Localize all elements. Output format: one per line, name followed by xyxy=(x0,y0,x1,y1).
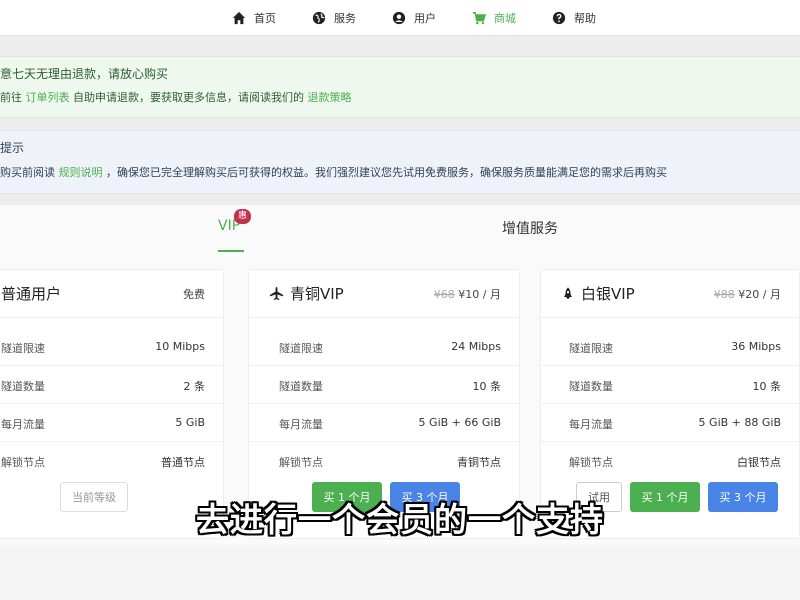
row-value: 5 GiB + 66 GiB xyxy=(418,416,501,429)
plan-row: 隧道限速 24 Mibps xyxy=(249,328,519,366)
plan-price-wrap: ¥88 ¥20 / 月 xyxy=(714,286,781,302)
plan-price: ¥10 / 月 xyxy=(458,288,501,301)
row-value: 普通节点 xyxy=(161,456,205,469)
tab-vip-underline xyxy=(218,250,244,252)
plan-old-price: ¥68 xyxy=(433,288,455,301)
row-key: 每月流量 xyxy=(569,418,613,431)
refund-alert: 意七天无理由退款，请放心购买 前往 订单列表 自助申请退款，要获取更多信息，请阅… xyxy=(0,56,800,118)
plan-row: 每月流量 5 GiB + 66 GiB xyxy=(249,404,519,442)
plan-row: 隧道数量 10 条 xyxy=(541,366,799,404)
plan-row: 隧道数量 2 条 xyxy=(0,366,223,404)
plan-card-header: 青铜VIP ¥68 ¥10 / 月 xyxy=(249,270,519,318)
row-value: 10 条 xyxy=(472,380,502,393)
refund-alert-title: 意七天无理由退款，请放心购买 xyxy=(0,67,169,81)
row-key: 隧道数量 xyxy=(1,380,45,393)
plan-title: 白银VIP xyxy=(581,285,635,303)
globe-icon xyxy=(312,11,326,25)
row-key: 每月流量 xyxy=(1,418,45,431)
row-key: 隧道限速 xyxy=(569,342,613,355)
discount-badge: 惠 xyxy=(234,209,251,224)
row-value: 2 条 xyxy=(183,380,206,393)
rules-link[interactable]: 规则说明 xyxy=(59,166,103,179)
row-key: 解锁节点 xyxy=(279,456,323,469)
video-subtitle: 去进行一个会员的一个支持 xyxy=(196,500,604,539)
user-icon xyxy=(392,11,406,25)
plan-row: 解锁节点 青铜节点 xyxy=(249,442,519,480)
row-value: 5 GiB + 88 GiB xyxy=(698,416,781,429)
plan-title: 普通用户 xyxy=(1,285,62,303)
row-key: 隧道数量 xyxy=(279,380,323,393)
nav-home[interactable]: 首页 xyxy=(232,9,276,27)
plan-row: 隧道限速 36 Mibps xyxy=(541,328,799,366)
nav-shop[interactable]: 商城 xyxy=(472,9,516,27)
plan-title-wrap: 青铜VIP xyxy=(269,283,344,304)
plan-price: ¥20 / 月 xyxy=(738,288,781,301)
plan-row: 每月流量 5 GiB + 88 GiB xyxy=(541,404,799,442)
row-key: 隧道数量 xyxy=(569,380,613,393)
refund-policy-link[interactable]: 退款策略 xyxy=(308,91,352,104)
plan-row: 隧道限速 10 Mibps xyxy=(0,328,223,366)
row-key: 隧道限速 xyxy=(279,342,323,355)
row-key: 每月流量 xyxy=(279,418,323,431)
nav-services-label: 服务 xyxy=(334,12,356,25)
notice-text-a: 购买前阅读 xyxy=(0,166,55,179)
plane-icon xyxy=(269,286,284,301)
row-value: 白银节点 xyxy=(737,456,781,469)
nav-home-label: 首页 xyxy=(254,12,276,25)
plan-row: 隧道数量 10 条 xyxy=(249,366,519,404)
plan-old-price: ¥88 xyxy=(713,288,735,301)
refund-text-b: 自助申请退款，要获取更多信息，请阅读我们的 xyxy=(73,91,304,104)
nav-help-label: 帮助 xyxy=(574,12,596,25)
row-key: 解锁节点 xyxy=(1,456,45,469)
row-value: 10 条 xyxy=(752,380,782,393)
refund-alert-text: 前往 订单列表 自助申请退款，要获取更多信息，请阅读我们的 退款策略 xyxy=(0,89,352,107)
notice-alert-text: 购买前阅读 规则说明 ，确保您已完全理解购买后可获得的权益。我们强烈建议您先试用… xyxy=(0,164,667,182)
row-value: 36 Mibps xyxy=(731,340,781,353)
plan-row: 解锁节点 白银节点 xyxy=(541,442,799,480)
row-value: 10 Mibps xyxy=(155,340,205,353)
tab-addon-services[interactable]: 增值服务 xyxy=(502,218,558,238)
home-icon xyxy=(232,11,246,25)
plan-title: 青铜VIP xyxy=(290,285,344,303)
top-nav: 首页 服务 用户 商城 帮助 xyxy=(0,0,800,36)
plan-price-wrap: ¥68 ¥10 / 月 xyxy=(434,286,501,302)
notice-alert-title: 提示 xyxy=(0,141,25,155)
row-key: 解锁节点 xyxy=(569,456,613,469)
refund-text-a: 前往 xyxy=(0,91,22,104)
plan-card-header: 普通用户 免费 xyxy=(0,270,223,318)
plan-row: 解锁节点 普通节点 xyxy=(0,442,223,480)
cart-icon xyxy=(472,12,486,25)
order-list-link[interactable]: 订单列表 xyxy=(26,91,70,104)
notice-text-b: ，确保您已完全理解购买后可获得的权益。我们强烈建议您先试用免费服务，确保服务质量… xyxy=(106,166,667,179)
row-value: 24 Mibps xyxy=(451,340,501,353)
row-value: 青铜节点 xyxy=(457,456,501,469)
footer-area xyxy=(0,545,800,600)
row-key: 隧道限速 xyxy=(1,342,45,355)
plan-row: 每月流量 5 GiB xyxy=(0,404,223,442)
plan-price: 免费 xyxy=(183,288,205,301)
row-value: 5 GiB xyxy=(175,416,205,429)
nav-help[interactable]: 帮助 xyxy=(552,9,596,27)
nav-services[interactable]: 服务 xyxy=(312,9,356,27)
rocket-icon xyxy=(564,287,572,299)
nav-user-label: 用户 xyxy=(414,12,436,25)
nav-shop-label: 商城 xyxy=(494,12,516,25)
nav-user[interactable]: 用户 xyxy=(392,9,436,27)
notice-alert: 提示 购买前阅读 规则说明 ，确保您已完全理解购买后可获得的权益。我们强烈建议您… xyxy=(0,130,800,194)
plan-card-header: 白银VIP ¥88 ¥20 / 月 xyxy=(541,270,799,318)
plan-title-wrap: 白银VIP xyxy=(561,283,635,304)
help-icon xyxy=(552,11,566,25)
